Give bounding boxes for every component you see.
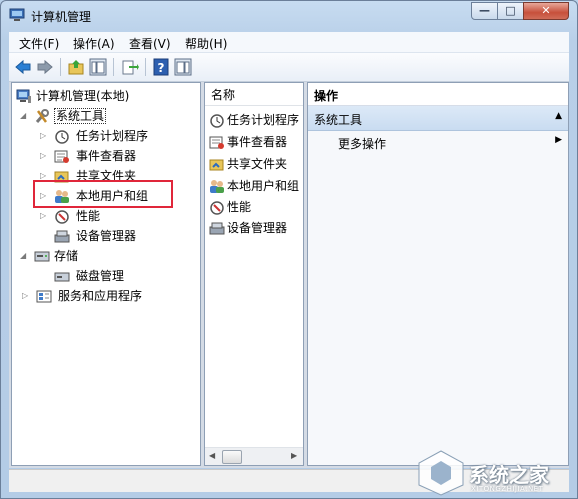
collapse-arrow-icon[interactable]: ◢ [20, 107, 26, 125]
actions-header: 操作 [308, 83, 568, 106]
list-item-label: 任务计划程序 [227, 113, 300, 127]
performance-icon [209, 200, 225, 215]
menu-bar: 文件(F) 操作(A) 查看(V) 帮助(H) [9, 32, 569, 53]
services-icon [36, 289, 52, 304]
event-viewer-icon [54, 149, 70, 164]
highlight-box [33, 180, 173, 208]
computer-management-window: 计算机管理 — □ ✕ 文件(F) 操作(A) 查看(V) 帮助(H) ? 计算… [0, 0, 578, 499]
scroll-left-icon[interactable]: ◀ [209, 451, 215, 460]
tree-label: 事件查看器 [76, 149, 137, 163]
show-hide-action-pane-icon[interactable] [174, 58, 192, 76]
title-bar[interactable]: 计算机管理 — □ ✕ [1, 1, 577, 31]
expand-arrow-icon[interactable]: ▷ [40, 147, 46, 165]
maximize-icon: □ [505, 4, 516, 17]
watermark-subtext: XITONGZHIJIA.NET [471, 485, 544, 493]
show-hide-tree-icon[interactable] [89, 58, 107, 76]
tree-label: 磁盘管理 [76, 269, 125, 283]
menu-action[interactable]: 操作(A) [73, 35, 115, 52]
results-list: 名称 任务计划程序 事件查看器 共享文件夹 本地用户和组 性能 设备管理器 ◀ … [204, 82, 304, 466]
watermark-text: 系统之家 [469, 463, 549, 487]
minimize-icon: — [479, 4, 490, 17]
clock-icon [54, 129, 70, 144]
tree-label: 性能 [76, 209, 101, 223]
computer-icon [16, 89, 32, 104]
expand-arrow-icon[interactable]: ▷ [40, 127, 46, 145]
performance-icon [54, 209, 70, 224]
column-header-name[interactable]: 名称 [205, 83, 303, 106]
menu-view[interactable]: 查看(V) [129, 35, 171, 52]
actions-pane: 操作 系统工具 ▲ 更多操作 ▶ [307, 82, 569, 466]
toolbar-separator [145, 58, 146, 76]
tools-icon [34, 109, 50, 124]
toolbar: ? [9, 53, 569, 82]
horizontal-scrollbar[interactable]: ◀ ▶ [205, 447, 303, 465]
collapse-triangle-icon[interactable]: ▲ [555, 111, 562, 121]
storage-icon [34, 249, 50, 264]
shared-folder-icon [209, 157, 225, 172]
forward-arrow-icon[interactable] [36, 58, 54, 76]
close-icon: ✕ [541, 4, 551, 17]
scroll-right-icon[interactable]: ▶ [291, 451, 297, 460]
collapse-arrow-icon[interactable]: ◢ [20, 247, 26, 265]
disk-icon [54, 269, 70, 284]
device-manager-icon [54, 229, 70, 244]
watermark-logo: 系统之家 XITONGZHIJIA.NET [411, 447, 577, 498]
submenu-arrow-icon[interactable]: ▶ [555, 135, 562, 145]
maximize-button[interactable]: □ [497, 2, 524, 20]
expand-arrow-icon[interactable]: ▷ [22, 287, 28, 305]
svg-text:?: ? [158, 61, 165, 75]
toolbar-separator [60, 58, 61, 76]
tree-label: 设备管理器 [76, 229, 137, 243]
help-icon[interactable]: ? [152, 58, 170, 76]
event-viewer-icon [209, 135, 225, 150]
menu-file[interactable]: 文件(F) [19, 35, 59, 52]
toolbar-separator [113, 58, 114, 76]
export-list-icon[interactable] [121, 58, 139, 76]
minimize-button[interactable]: — [471, 2, 498, 20]
tree-label: 计算机管理(本地) [36, 89, 130, 103]
clock-icon [209, 113, 225, 128]
window-title: 计算机管理 [31, 10, 92, 24]
scrollbar-thumb[interactable] [222, 450, 242, 464]
up-folder-icon[interactable] [67, 58, 85, 76]
section-label: 系统工具 [314, 113, 363, 127]
console-tree: 计算机管理(本地) ◢ 系统工具 ▷ 任务计划程序 ▷ 事件查看器 ▷ 共享文件… [11, 82, 201, 466]
expand-arrow-icon[interactable]: ▷ [40, 207, 46, 225]
tree-label: 存储 [54, 249, 79, 263]
tree-label: 服务和应用程序 [58, 289, 143, 303]
close-button[interactable]: ✕ [523, 2, 569, 20]
tree-label: 系统工具 [54, 108, 107, 124]
device-manager-icon [209, 221, 225, 236]
back-arrow-icon[interactable] [14, 58, 32, 76]
more-actions-link[interactable]: 更多操作 [338, 135, 386, 152]
content-area: 计算机管理(本地) ◢ 系统工具 ▷ 任务计划程序 ▷ 事件查看器 ▷ 共享文件… [9, 82, 569, 468]
list-item-label: 设备管理器 [227, 221, 288, 235]
users-icon [209, 179, 225, 194]
menu-help[interactable]: 帮助(H) [185, 35, 227, 52]
list-item-label: 共享文件夹 [227, 157, 288, 171]
tree-label: 任务计划程序 [76, 129, 149, 143]
list-item-label: 事件查看器 [227, 135, 288, 149]
actions-section-system-tools[interactable]: 系统工具 ▲ [308, 106, 568, 131]
list-item-label: 性能 [227, 200, 252, 214]
list-item-label: 本地用户和组 [227, 179, 300, 193]
computer-management-icon [9, 8, 25, 22]
